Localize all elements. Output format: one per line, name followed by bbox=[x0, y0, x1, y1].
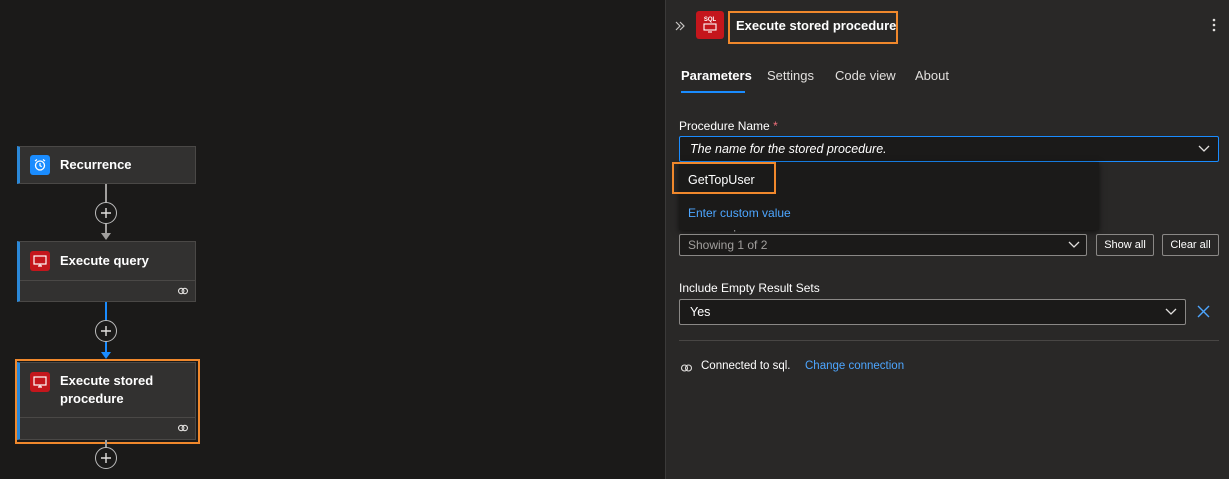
collapse-panel-button[interactable] bbox=[674, 19, 686, 37]
connected-status: Connected to sql. bbox=[701, 360, 791, 372]
arrow-head bbox=[101, 233, 111, 240]
recurrence-card[interactable]: Recurrence bbox=[17, 146, 196, 184]
sql-icon: SQL bbox=[696, 11, 724, 39]
advanced-parameters-dropdown[interactable]: Showing 1 of 2 bbox=[679, 234, 1087, 256]
more-options-button[interactable] bbox=[1212, 18, 1216, 37]
recurrence-title: Recurrence bbox=[60, 157, 132, 172]
tab-parameters[interactable]: Parameters bbox=[681, 68, 752, 83]
more-vertical-icon bbox=[1212, 18, 1216, 32]
clear-all-button[interactable]: Clear all bbox=[1162, 234, 1219, 256]
tab-settings[interactable]: Settings bbox=[767, 68, 814, 83]
app-root: Recurrence Execute query Execute stored … bbox=[0, 0, 1229, 479]
include-empty-result-sets-label: Include Empty Result Sets bbox=[679, 281, 820, 295]
procedure-name-label: Procedure Name * bbox=[679, 119, 778, 133]
double-chevron-right-icon bbox=[675, 21, 685, 31]
plus-icon bbox=[101, 208, 111, 218]
arrow-head bbox=[101, 352, 111, 359]
tab-about[interactable]: About bbox=[915, 68, 949, 83]
action-details-panel: SQL Execute stored procedure Parameters … bbox=[665, 0, 1229, 479]
alarm-clock-icon bbox=[30, 155, 50, 175]
execute-query-title: Execute query bbox=[60, 253, 149, 268]
monitor-icon bbox=[703, 23, 717, 33]
designer-canvas: Recurrence Execute query Execute stored … bbox=[0, 0, 665, 479]
plus-icon bbox=[101, 453, 111, 463]
link-icon bbox=[177, 284, 189, 302]
panel-title[interactable]: Execute stored procedure bbox=[736, 18, 896, 33]
close-icon bbox=[1197, 305, 1210, 318]
tab-code-view[interactable]: Code view bbox=[835, 68, 896, 83]
add-step-button[interactable] bbox=[95, 320, 117, 342]
sql-monitor-icon bbox=[30, 251, 50, 271]
show-all-button[interactable]: Show all bbox=[1096, 234, 1154, 256]
chevron-down-icon bbox=[1165, 308, 1177, 315]
active-tab-indicator bbox=[681, 91, 745, 93]
option-enter-custom-value[interactable]: Enter custom value bbox=[688, 206, 791, 220]
plus-icon bbox=[101, 326, 111, 336]
procedure-name-dropdown[interactable]: The name for the stored procedure. bbox=[679, 136, 1219, 162]
remove-parameter-button[interactable] bbox=[1197, 305, 1210, 323]
highlight-box bbox=[672, 162, 776, 194]
divider bbox=[679, 340, 1219, 341]
highlight-box bbox=[15, 359, 200, 444]
execute-query-card[interactable]: Execute query bbox=[17, 241, 196, 302]
chevron-down-icon bbox=[1198, 145, 1210, 152]
add-step-button[interactable] bbox=[95, 447, 117, 469]
connection-link-icon bbox=[680, 361, 693, 379]
add-step-button[interactable] bbox=[95, 202, 117, 224]
change-connection-link[interactable]: Change connection bbox=[805, 360, 904, 372]
card-footer bbox=[20, 280, 195, 301]
chevron-down-icon bbox=[1068, 241, 1080, 248]
include-empty-result-sets-dropdown[interactable]: Yes bbox=[679, 299, 1186, 325]
